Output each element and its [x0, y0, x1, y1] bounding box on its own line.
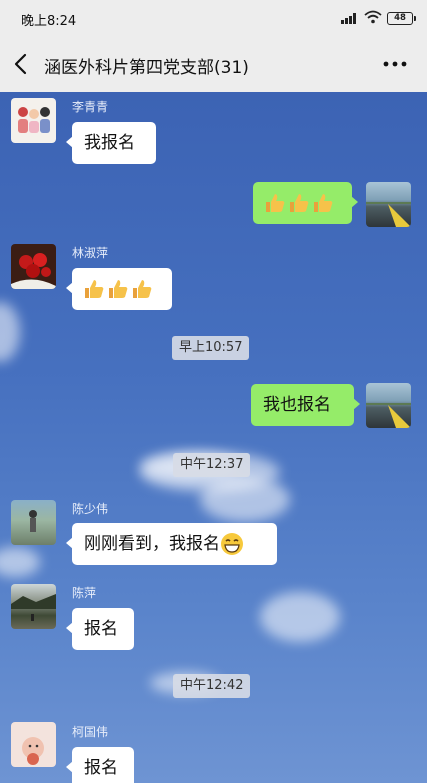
message-timestamp: 中午12:37 [173, 453, 251, 477]
cartoon-family-avatar-icon [18, 107, 50, 133]
message-bubble[interactable] [253, 182, 358, 224]
chat-messages-area[interactable]: 李青青 我报名 林淑萍 早上10:57 我也报名 中午12:37 陈少伟 刚刚看… [0, 92, 427, 783]
message-bubble[interactable] [66, 268, 172, 310]
person-walking-icon [29, 510, 37, 532]
signal-icon [341, 12, 359, 24]
message-bubble[interactable]: 报名 [66, 608, 134, 650]
wifi-icon [364, 10, 382, 24]
road-landscape-icon [366, 403, 411, 428]
my-avatar[interactable] [366, 182, 411, 227]
message-bubble[interactable]: 报名 [66, 747, 134, 783]
sender-name: 陈少伟 [72, 502, 109, 516]
message-text: 刚刚看到，我报名 [84, 534, 220, 554]
road-landscape-icon [366, 202, 411, 227]
message-timestamp: 中午12:42 [173, 674, 251, 698]
battery-icon: 48 [387, 12, 416, 25]
chat-header: 涵医外科片第四党支部(31) [0, 36, 427, 92]
background-cloud [200, 477, 290, 522]
background-cloud [0, 302, 20, 362]
avatar[interactable] [11, 584, 56, 629]
message-bubble[interactable]: 我也报名 [251, 384, 360, 426]
sender-name: 柯国伟 [72, 725, 109, 739]
more-options-icon[interactable] [381, 52, 409, 76]
roses-bouquet-icon [11, 253, 56, 289]
status-time: 晚上8:24 [21, 14, 77, 29]
status-bar: 晚上8:24 48 [0, 0, 427, 36]
mountain-landscape-icon [11, 594, 56, 621]
background-cloud [260, 592, 340, 642]
message-bubble[interactable]: 我报名 [66, 122, 156, 164]
back-icon[interactable] [10, 50, 34, 78]
avatar[interactable] [11, 98, 56, 143]
thumbs-up-icon [109, 280, 128, 298]
chat-title: 涵医外科片第四党支部(31) [44, 58, 249, 78]
baby-photo-icon [22, 737, 44, 765]
sender-name: 李青青 [72, 100, 109, 114]
sender-name: 陈萍 [72, 586, 97, 600]
grinning-face-icon [221, 533, 243, 555]
sender-name: 林淑萍 [72, 246, 109, 260]
message-bubble[interactable]: 刚刚看到，我报名 [66, 523, 277, 565]
thumbs-up-icon [290, 194, 309, 212]
avatar[interactable] [11, 244, 56, 289]
thumbs-up-icon [266, 194, 285, 212]
avatar[interactable] [11, 722, 56, 767]
avatar[interactable] [11, 500, 56, 545]
background-cloud [0, 547, 40, 577]
thumbs-up-icon [314, 194, 333, 212]
my-avatar[interactable] [366, 383, 411, 428]
message-timestamp: 早上10:57 [172, 336, 250, 360]
thumbs-up-icon [85, 280, 104, 298]
thumbs-up-icon [133, 280, 152, 298]
